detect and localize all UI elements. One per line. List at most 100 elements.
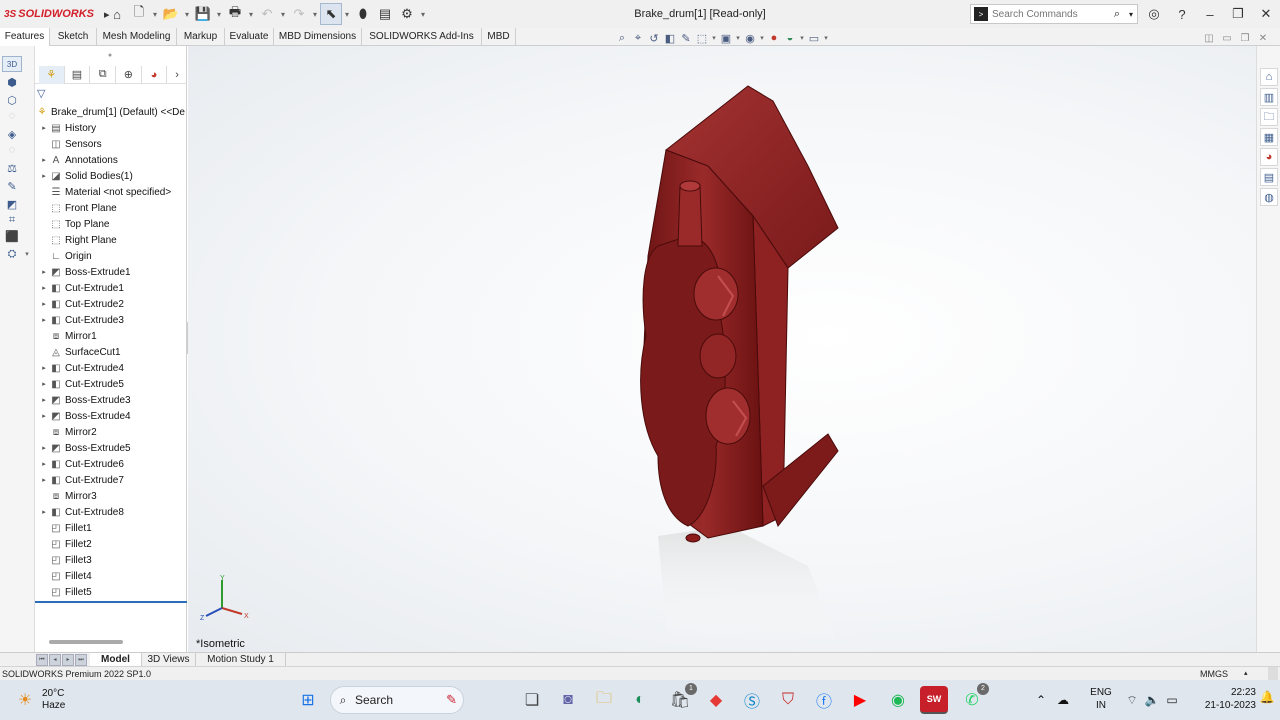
panel-grip[interactable]: ● [105,52,115,59]
solidworks-logo[interactable]: 3S SOLIDWORKS ▸ [0,0,110,28]
units-selector[interactable]: MMGS [1200,667,1228,681]
custom-properties-icon[interactable]: ▤ [1260,168,1278,186]
flyout-dropdown-icon[interactable]: ▾ [22,246,32,262]
file-properties-icon[interactable]: ▤ [374,3,396,25]
tab-dimxpert-manager[interactable]: ⊕ [116,65,142,84]
view-palette-icon[interactable]: ▦ [1260,128,1278,146]
tab-more-icon[interactable]: › [167,66,187,84]
mcafee-icon[interactable]: ⛉ [774,686,802,714]
help-icon[interactable]: ? [1168,0,1196,28]
language-indicator[interactable]: ENG IN [1088,686,1114,712]
tab-mbd[interactable]: MBD [482,28,516,46]
search-commands-input[interactable] [992,8,1108,20]
edge-browser-icon[interactable]: ◐ [626,686,654,714]
tree-node[interactable]: ▸ ◧ Cut-Extrude6 [35,456,187,472]
user-account-icon[interactable]: ◎ [1140,0,1168,28]
expand-arrow-icon[interactable]: ▸ [39,364,49,372]
whatsapp-icon[interactable]: ✆ 2 [958,683,989,714]
select-dropdown-icon[interactable]: ▾ [342,3,352,25]
first-tab-icon[interactable]: ⏮ [36,654,48,666]
youtube-icon[interactable]: ▶ [846,686,874,714]
save-icon[interactable]: 💾 [192,3,214,25]
tab-display-manager[interactable]: ◕ [142,65,168,84]
options-dropdown-icon[interactable]: ▾ [418,3,428,25]
apply-scene-icon[interactable]: ◒ [782,30,798,46]
print-dropdown-icon[interactable]: ▾ [246,3,256,25]
tree-node[interactable]: ◰ Fillet1 [35,520,187,536]
next-tab-icon[interactable]: ▸ [62,654,74,666]
tab-property-manager[interactable]: ▤ [65,65,91,84]
part-model[interactable] [188,46,1256,652]
assembly-icon[interactable]: ⬡ [2,92,22,108]
expand-arrow-icon[interactable]: ▸ [39,508,49,516]
tab-model[interactable]: Model [90,653,142,667]
tree-node[interactable]: ▸ ▤ History [35,120,187,136]
filter-icon[interactable]: ▽ [37,87,51,101]
tree-node[interactable]: ▸ ◩ Boss-Extrude1 [35,264,187,280]
tab-markup[interactable]: Markup [177,28,225,46]
redo-icon[interactable]: ↷ [288,3,310,25]
tree-node[interactable]: ⬚ Front Plane [35,200,187,216]
previous-view-icon[interactable]: ↺ [646,30,662,46]
viewport-minimize-icon[interactable]: ▭ [1218,30,1236,46]
redo-dropdown-icon[interactable]: ▾ [310,3,320,25]
expand-arrow-icon[interactable]: ▸ [39,396,49,404]
teams-chat-icon[interactable]: ◙ [554,686,582,714]
tab-configuration-manager[interactable]: ⧉ [90,65,116,84]
file-explorer-icon[interactable]: 🗀 [1260,108,1278,126]
tree-node[interactable]: ⬚ Right Plane [35,232,187,248]
units-dropdown-icon[interactable]: ▴ [1244,667,1248,681]
options-gear-icon[interactable]: ⚙ [396,3,418,25]
tree-node[interactable]: ◰ Fillet5 [35,584,187,600]
solidworks-resources-icon[interactable]: ⌂ [1260,68,1278,86]
task-view-icon[interactable]: ❏ [518,686,546,714]
dynamic-annotation-icon[interactable]: ✎ [678,30,694,46]
viewport-close-icon[interactable]: ✕ [1254,30,1272,46]
open-dropdown-icon[interactable]: ▾ [182,3,192,25]
anydesk-icon[interactable]: ◆ [702,686,730,714]
tree-horizontal-scrollbar[interactable] [49,640,123,644]
onedrive-cloud-icon[interactable]: ☁ [1052,689,1074,711]
undo-dropdown-icon[interactable]: ▾ [278,3,288,25]
weather-widget[interactable]: ☀ 20°C Haze [14,686,94,714]
edit-appearance-icon[interactable]: ● [766,30,782,46]
section-view-icon[interactable]: ◧ [662,30,678,46]
search-commands-box[interactable]: > ⌕ ▾ [970,4,1138,24]
tab-features[interactable]: Features [0,28,50,46]
dimension-icon[interactable]: ⌗ [2,212,22,228]
open-folder-icon[interactable]: 📂 [160,3,182,25]
tree-node[interactable]: ▸ ◧ Cut-Extrude7 [35,472,187,488]
expand-arrow-icon[interactable]: ▸ [39,476,49,484]
appearances-icon[interactable]: ◕ [1260,148,1278,166]
expand-arrow-icon[interactable]: ▸ [39,444,49,452]
hide-show-items-icon[interactable]: ◉ [742,30,758,46]
solidworks-forum-icon[interactable]: ◍ [1260,188,1278,206]
tree-node[interactable]: ☰ Material <not specified> [35,184,187,200]
hide-show-dropdown-icon[interactable]: ▾ [758,34,766,42]
section-icon[interactable]: ◩ [2,196,22,212]
close-icon[interactable]: ✕ [1252,0,1280,28]
rebuild-traffic-light-icon[interactable]: ⬮ [352,3,374,25]
expand-arrow-icon[interactable]: ▸ [39,460,49,468]
tree-rollback-bar[interactable] [35,601,187,603]
tree-node[interactable]: ▸ ◧ Cut-Extrude8 [35,504,187,520]
facebook-icon[interactable]: ⓕ [810,686,838,714]
tree-node[interactable]: ▸ ◩ Boss-Extrude3 [35,392,187,408]
scene-dropdown-icon[interactable]: ▾ [798,34,806,42]
3d-view-icon[interactable]: 3D [2,56,22,72]
part-icon[interactable]: ⬢ [2,74,22,90]
tab-mesh-modeling[interactable]: Mesh Modeling [97,28,177,46]
graphics-area[interactable]: Y X Z *Isometric [188,46,1256,652]
display-style-dropdown-icon[interactable]: ▾ [734,34,742,42]
notification-bell-icon[interactable]: 🔔 [1258,690,1276,708]
tab-evaluate[interactable]: Evaluate [225,28,274,46]
tab-3d-views[interactable]: 3D Views [142,653,196,667]
undo-icon[interactable]: ↶ [256,3,278,25]
microsoft-store-icon[interactable]: 🛍 1 [666,683,697,714]
expand-arrow-icon[interactable]: ▸ [39,156,49,164]
expand-arrow-icon[interactable]: ▸ [39,172,49,180]
tree-node[interactable]: ◰ Fillet3 [35,552,187,568]
tab-sketch[interactable]: Sketch [50,28,97,46]
tree-node[interactable]: ▸ ◧ Cut-Extrude2 [35,296,187,312]
minimize-icon[interactable]: – [1196,0,1224,28]
